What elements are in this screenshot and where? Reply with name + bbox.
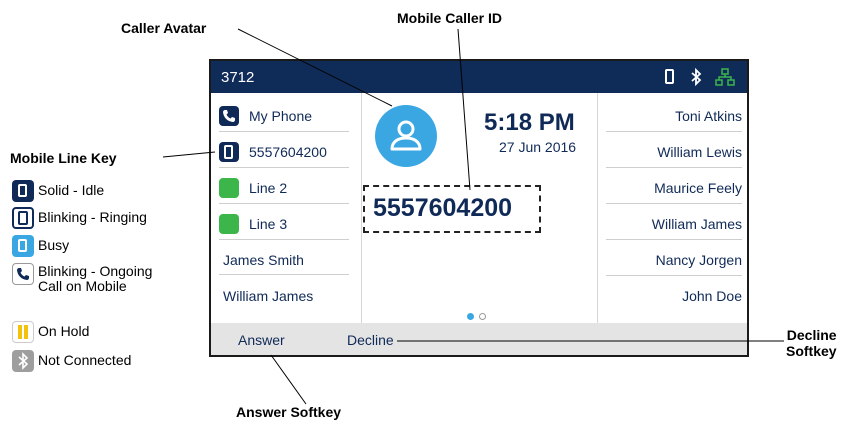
network-status-icon [715, 68, 735, 86]
decline-softkey[interactable]: Decline [347, 332, 394, 348]
legend-not-connected: Not Connected [12, 350, 131, 372]
line-key-my-phone[interactable]: My Phone [219, 101, 349, 132]
mobile-busy-icon [12, 235, 34, 257]
legend-label-line2: Call on Mobile [38, 278, 127, 294]
contacts-panel: Toni Atkins William Lewis Maurice Feely … [597, 93, 747, 323]
line-status-icon [219, 178, 239, 198]
softkey-bar: Answer Decline [211, 323, 747, 355]
caller-avatar-callout: Caller Avatar [121, 20, 207, 36]
line-key-james-smith[interactable]: James Smith [219, 245, 349, 275]
status-bar: 3712 [211, 61, 747, 93]
mobile-caller-id-callout: Mobile Caller ID [397, 10, 503, 26]
legend-solid-idle: Solid - Idle [12, 180, 104, 202]
contact-key[interactable]: John Doe [606, 281, 742, 311]
legend-label: Not Connected [38, 352, 132, 368]
legend-busy: Busy [12, 235, 69, 257]
line-key-label: Line 2 [249, 180, 288, 196]
line-key-label: Line 3 [249, 216, 288, 232]
decline-softkey-callout-line1: Decline [786, 327, 837, 343]
handset-icon [12, 263, 34, 285]
mobile-status-icon [665, 69, 674, 84]
mobile-caller-id: 5557604200 [363, 185, 541, 233]
bluetooth-icon [12, 350, 34, 372]
legend-label: Blinking - Ongoing Call on Mobile [38, 264, 152, 294]
line-key-label: James Smith [223, 251, 304, 268]
phone-screen: 3712 My Phone 5557604200 Line 2 Line 3 J… [209, 59, 749, 357]
contact-key[interactable]: William Lewis [606, 137, 742, 168]
mobile-line-key-leader [162, 151, 216, 158]
caller-id-number: 5557604200 [373, 194, 513, 222]
mobile-icon [219, 142, 239, 162]
line-key-label: William James [223, 288, 314, 304]
legend-label: On Hold [38, 323, 90, 339]
legend-label: Busy [38, 237, 70, 253]
legend-blinking-ongoing: Blinking - Ongoing Call on Mobile [12, 263, 152, 294]
page-indicator[interactable] [479, 313, 486, 320]
pause-icon [12, 321, 34, 343]
decline-softkey-callout-line2: Softkey [786, 343, 837, 359]
caller-avatar [375, 105, 437, 167]
mobile-solid-icon [12, 180, 34, 202]
line-key-line-2[interactable]: Line 2 [219, 173, 349, 204]
clock-time: 5:18 PM [484, 109, 575, 136]
contact-key[interactable]: William James [606, 209, 742, 240]
legend-on-hold: On Hold [12, 321, 89, 343]
mobile-outline-icon [12, 207, 34, 229]
mobile-line-key-callout: Mobile Line Key [10, 150, 117, 166]
page-indicator-active[interactable] [467, 313, 474, 320]
decline-softkey-callout: Decline Softkey [786, 327, 837, 359]
extension-number: 3712 [221, 69, 255, 86]
line-key-william-james[interactable]: William James [219, 281, 349, 311]
line-status-icon [219, 214, 239, 234]
legend-label-line1: Blinking - Ongoing [38, 263, 153, 279]
line-key-label: 5557604200 [249, 144, 327, 160]
line-key-label: My Phone [249, 108, 313, 124]
line-key-mobile[interactable]: 5557604200 [219, 137, 349, 168]
contact-key[interactable]: Toni Atkins [606, 101, 742, 132]
line-keys-panel: My Phone 5557604200 Line 2 Line 3 James … [211, 93, 362, 323]
clock-date: 27 Jun 2016 [499, 139, 577, 155]
contact-key[interactable]: Maurice Feely [606, 173, 742, 204]
legend-blinking-ringing: Blinking - Ringing [12, 207, 147, 229]
answer-softkey-leader [270, 354, 307, 405]
legend-label: Blinking - Ringing [38, 209, 147, 225]
handset-icon [219, 106, 239, 126]
answer-softkey-callout: Answer Softkey [236, 404, 342, 420]
bluetooth-status-icon [691, 68, 702, 86]
contact-key[interactable]: Nancy Jorgen [606, 245, 742, 276]
person-icon [390, 120, 422, 151]
answer-softkey[interactable]: Answer [238, 332, 285, 348]
line-key-line-3[interactable]: Line 3 [219, 209, 349, 240]
legend-label: Solid - Idle [38, 182, 105, 198]
